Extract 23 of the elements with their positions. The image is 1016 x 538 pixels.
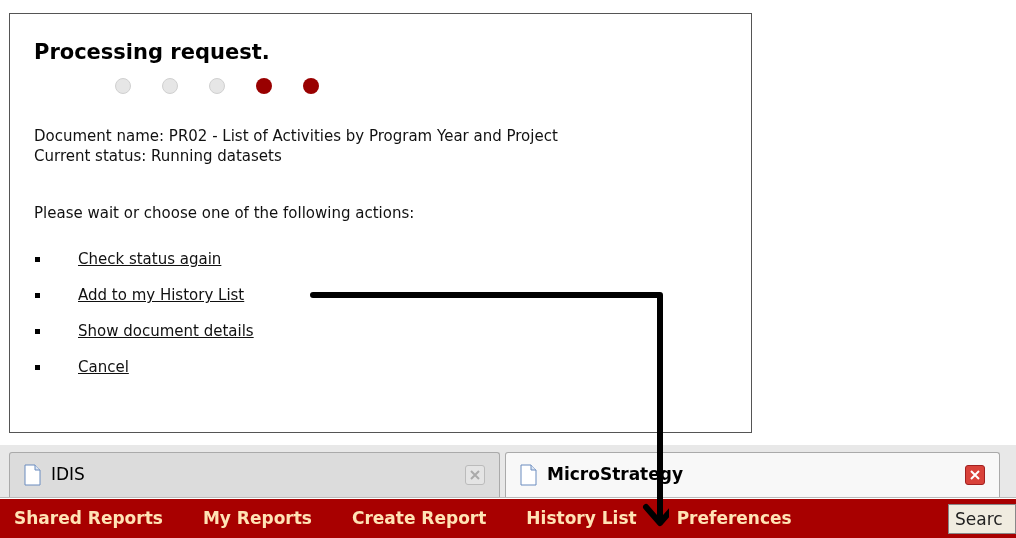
bullet-icon <box>35 364 40 370</box>
dialog-title: Processing request. <box>34 39 270 66</box>
bullet-icon <box>35 292 40 298</box>
document-icon <box>24 464 41 486</box>
status-text: Current status: Running datasets <box>34 146 282 166</box>
nav-link[interactable]: Shared Reports <box>14 505 163 532</box>
browser-tab[interactable]: IDIS <box>9 452 500 497</box>
prompt-text: Please wait or choose one of the following actions: <box>34 203 415 223</box>
nav-link[interactable]: My Reports <box>202 505 312 532</box>
action-link[interactable]: Check status again <box>78 249 222 269</box>
search-field[interactable]: Searc <box>948 503 1016 534</box>
action-link[interactable]: Add to my History List <box>78 285 245 305</box>
nav-link[interactable]: History List <box>526 505 637 532</box>
nav-link[interactable]: Preferences <box>676 505 792 532</box>
bullet-icon <box>35 256 40 262</box>
action-link[interactable]: Cancel <box>78 357 129 377</box>
nav-link[interactable]: Create Report <box>351 505 487 532</box>
close-icon[interactable] <box>965 465 985 485</box>
tab-label: IDIS <box>51 463 86 487</box>
action-link[interactable]: Show document details <box>78 321 254 341</box>
document-name-text: Document name: PR02 - List of Activities by Program Year and Project <box>34 126 558 146</box>
bullet-icon <box>35 328 40 334</box>
document-icon <box>520 464 537 486</box>
